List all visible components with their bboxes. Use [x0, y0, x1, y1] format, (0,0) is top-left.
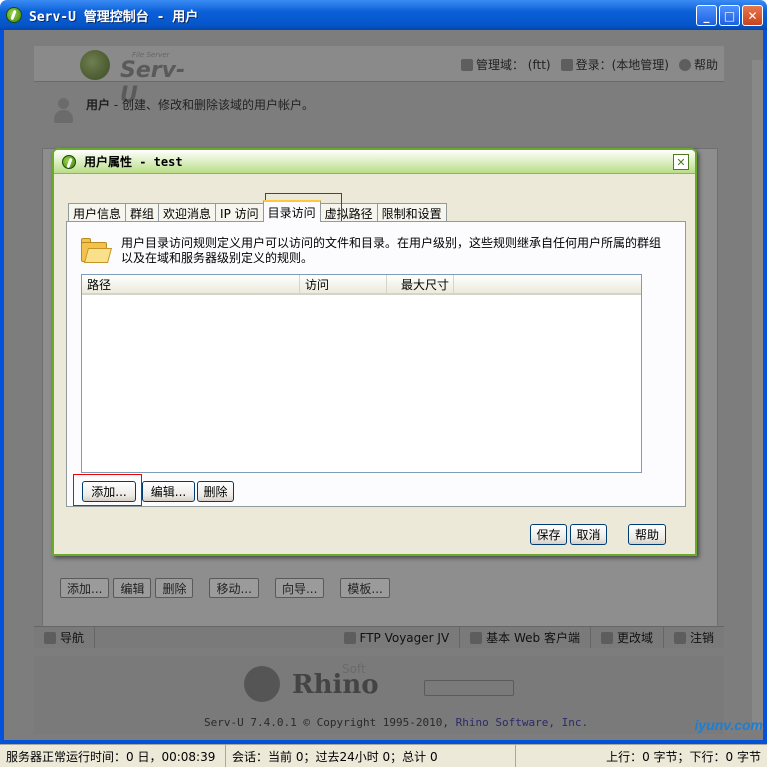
tab-ip-access[interactable]: IP 访问 [215, 203, 264, 222]
tab-welcome-message[interactable]: 欢迎消息 [158, 203, 217, 222]
window-title: Serv-U 管理控制台 - 用户 [29, 9, 199, 25]
column-max-size[interactable]: 最大尺寸 [387, 275, 454, 293]
status-sessions: 会话：当前 0；过去24小时 0；总计 0 [226, 745, 516, 767]
serv-u-logo: File Server Serv-U [80, 50, 200, 108]
change-domain-label: 更改域 [616, 631, 653, 645]
site-watermark: iyunv.com [694, 717, 763, 733]
logout-label: 注销 [689, 631, 714, 645]
bg-edit-button[interactable]: 编辑 [113, 578, 152, 598]
login-label: 登录： [575, 58, 612, 72]
dialog-title: 用户属性 - test [84, 155, 183, 169]
web-client-icon [470, 631, 483, 644]
dialog-tabs: 用户信息 群组 欢迎消息 IP 访问 目录访问 虚拟路径 限制和设置 [68, 200, 447, 222]
cancel-button[interactable]: 取消 [570, 524, 607, 545]
tab-limits-settings[interactable]: 限制和设置 [376, 203, 447, 222]
maximize-button[interactable]: □ [719, 5, 740, 26]
column-access[interactable]: 访问 [300, 275, 387, 293]
change-domain-link[interactable]: 更改域 [591, 627, 664, 648]
ftp-voyager-label: FTP Voyager JV [359, 630, 450, 645]
vertical-scrollbar[interactable] [752, 60, 763, 730]
dialog-app-icon [62, 154, 76, 169]
user-properties-dialog: 用户属性 - test ✕ 用户信息 群组 欢迎消息 IP 访问 目录访问 虚拟… [52, 148, 697, 556]
copyright-text: Serv-U 7.4.0.1 © Copyright 1995-2010, Rh… [204, 716, 588, 729]
rhino-soft-logo: Rhino Soft [244, 662, 379, 706]
bg-wizard-button[interactable]: 向导... [274, 578, 325, 598]
minimize-button[interactable]: _ [696, 5, 717, 26]
directory-access-description: 用户目录访问规则定义用户可以访问的文件和目录。在用户级别，这些规则继承自任何用户… [121, 236, 662, 265]
serv-u-app-icon [6, 7, 22, 23]
delete-rule-button[interactable]: 删除 [197, 481, 234, 502]
help-icon [678, 59, 691, 71]
app-footer: Rhino Soft Serv-U 7.4.0.1 © Copyright 19… [34, 656, 724, 734]
domain-value: (ftt) [527, 58, 551, 72]
web-client-link[interactable]: 基本 Web 客户端 [460, 627, 591, 648]
nav-toggle[interactable]: 导航 [34, 627, 96, 648]
bg-delete-button[interactable]: 删除 [155, 578, 194, 598]
tab-groups[interactable]: 群组 [125, 203, 160, 222]
page-description: - 创建、修改和删除该域的用户帐户。 [110, 98, 314, 112]
nav-label: 导航 [60, 631, 85, 645]
dialog-titlebar[interactable]: 用户属性 - test ✕ [54, 150, 695, 174]
nav-icon [44, 631, 56, 644]
login-info[interactable]: 登录：(本地管理) [560, 56, 669, 73]
status-uptime: 服务器正常运行时间：0 日，00:08:39 [0, 745, 226, 767]
logout-icon [673, 631, 686, 644]
rhino-logo-soft: Soft [342, 662, 366, 676]
bg-template-button[interactable]: 模板... [340, 578, 390, 598]
add-button-highlight-box [73, 474, 142, 506]
version-text: Serv-U 7.4.0.1 © Copyright 1995-2010, [204, 716, 450, 729]
domain-label: 管理域： [475, 58, 524, 72]
company-link[interactable]: Rhino Software, Inc. [456, 716, 588, 729]
login-value: (本地管理) [611, 58, 669, 72]
directory-access-panel: 用户目录访问规则定义用户可以访问的文件和目录。在用户级别，这些规则继承自任何用户… [66, 221, 686, 507]
serv-u-logo-mark [80, 50, 110, 80]
directory-rules-list[interactable]: 路径 访问 最大尺寸 [81, 274, 642, 473]
logout-link[interactable]: 注销 [664, 627, 724, 648]
web-client-label: 基本 Web 客户端 [486, 631, 580, 645]
ftp-voyager-link[interactable]: FTP Voyager JV [334, 627, 461, 648]
bg-move-button[interactable]: 移动... [209, 578, 259, 598]
list-header: 路径 访问 最大尺寸 [82, 275, 641, 295]
bottom-navbar: 导航 FTP Voyager JV 基本 Web 客户端 更改域 注销 [34, 626, 724, 648]
header-help-link[interactable]: 帮助 [678, 56, 718, 73]
user-person-icon [52, 98, 74, 124]
bg-add-button[interactable]: 添加... [60, 578, 110, 598]
dialog-close-button[interactable]: ✕ [673, 154, 689, 170]
header-help-label: 帮助 [693, 58, 718, 72]
folder-icon [81, 238, 113, 264]
user-actions-toolbar: 添加... 编辑 删除 移动... 向导... 模板... [60, 578, 390, 598]
app-header: File Server Serv-U 管理域： (ftt) 登录：(本地管理) … [34, 46, 724, 108]
tab-user-info[interactable]: 用户信息 [68, 203, 127, 222]
save-button[interactable]: 保存 [530, 524, 567, 545]
status-traffic: 上行：0 字节；下行：0 字节 [606, 749, 761, 764]
ftp-voyager-icon [343, 631, 356, 644]
domain-icon [460, 59, 473, 71]
page-subheader: 用户 - 创建、修改和删除该域的用户帐户。 [48, 90, 698, 130]
page-title: 用户 [86, 98, 111, 112]
close-button[interactable]: ✕ [742, 5, 763, 26]
rhino-logo-mark [244, 666, 280, 702]
tab-directory-access[interactable]: 目录访问 [262, 200, 321, 222]
column-path[interactable]: 路径 [82, 275, 300, 293]
domain-info[interactable]: 管理域： (ftt) [460, 56, 551, 73]
window-titlebar[interactable]: Serv-U 管理控制台 - 用户 _ □ ✕ [0, 0, 767, 30]
edit-rule-button[interactable]: 编辑... [142, 481, 195, 502]
partner-logo [424, 680, 514, 696]
change-domain-icon [600, 631, 613, 644]
help-button[interactable]: 帮助 [628, 524, 666, 545]
status-bar: 服务器正常运行时间：0 日，00:08:39 会话：当前 0；过去24小时 0；… [0, 744, 767, 767]
user-icon [560, 59, 573, 71]
